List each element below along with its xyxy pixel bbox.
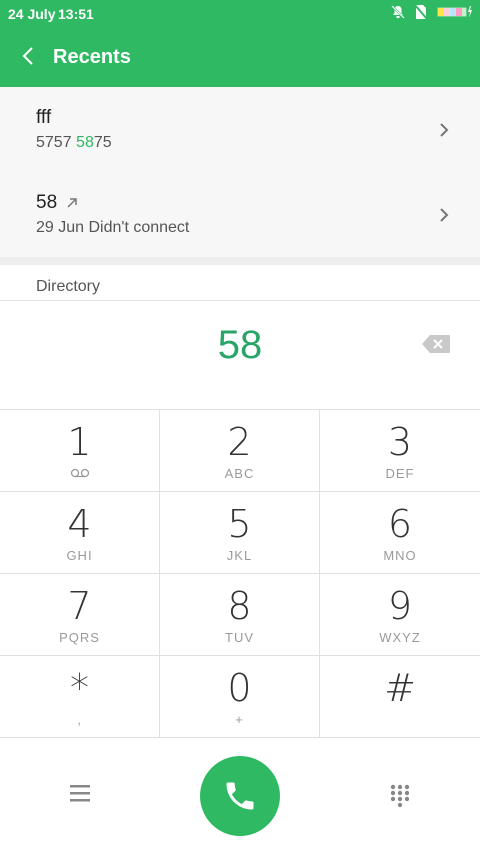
backspace-button[interactable] — [421, 334, 451, 354]
key-letters: WXYZ — [379, 630, 421, 645]
chevron-right-icon — [438, 206, 450, 224]
key-9[interactable]: 9 WXYZ — [320, 574, 480, 656]
key-2[interactable]: 2 ABC — [160, 410, 320, 492]
entered-number: 58 — [217, 323, 263, 367]
key-letters: ABC — [224, 466, 255, 481]
key-4[interactable]: 4 GHI — [0, 492, 160, 574]
bottom-bar — [0, 738, 480, 853]
key-hash[interactable]: # — [320, 656, 480, 738]
voicemail-icon — [70, 466, 90, 478]
key-digit: 8 — [227, 584, 252, 628]
recent-item-58[interactable]: 58 29 Jun Didn't connect — [0, 172, 480, 257]
key-3[interactable]: 3 DEF — [320, 410, 480, 492]
section-divider — [0, 257, 480, 265]
outgoing-call-icon — [66, 196, 78, 214]
battery-icon — [436, 4, 474, 23]
status-date: 24 July — [8, 6, 56, 22]
number-suffix: 75 — [93, 134, 112, 151]
menu-button[interactable] — [68, 782, 92, 804]
key-digit: 5 — [227, 502, 252, 546]
directory-label: Directory — [36, 278, 101, 295]
directory-header: Directory — [0, 265, 480, 301]
status-time: 13:51 — [58, 6, 94, 22]
back-button[interactable] — [18, 44, 40, 70]
backspace-icon — [422, 335, 450, 353]
mute-notifications-icon — [390, 4, 406, 23]
contact-number: 5757 5875 — [36, 134, 112, 152]
chevron-right-icon — [438, 121, 450, 139]
no-sim-icon — [414, 4, 428, 23]
key-letters: JKL — [226, 548, 253, 563]
key-digit: 6 — [387, 502, 413, 546]
key-letters: , — [77, 712, 82, 727]
dialpad-icon — [390, 784, 410, 808]
key-6[interactable]: 6 MNO — [320, 492, 480, 574]
dial-keypad: 1 2 ABC 3 DEF 4 GHI 5 JKL 6 MNO 7 PQRS 8… — [0, 409, 480, 738]
back-arrow-icon — [22, 47, 33, 65]
recents-list: fff 5757 5875 58 29 Jun Didn't connect — [0, 87, 480, 257]
dialpad-toggle-button[interactable] — [389, 783, 411, 809]
key-digit: 7 — [67, 584, 92, 628]
key-letters: MNO — [383, 548, 417, 563]
key-1[interactable]: 1 — [0, 410, 160, 492]
key-digit: 4 — [67, 502, 92, 546]
number-match: 58 — [76, 134, 94, 151]
key-8[interactable]: 8 TUV — [160, 574, 320, 656]
key-digit: 3 — [387, 420, 413, 464]
recent-item-fff[interactable]: fff 5757 5875 — [0, 87, 480, 172]
contact-name: fff — [36, 107, 52, 128]
key-letters: + — [235, 712, 244, 727]
key-letters: DEF — [385, 466, 415, 481]
key-letters: PQRS — [59, 630, 100, 645]
key-digit: 9 — [387, 584, 413, 628]
menu-icon — [70, 785, 90, 802]
key-letters: GHI — [66, 548, 93, 563]
key-digit: 1 — [67, 420, 92, 464]
call-button[interactable] — [200, 756, 280, 836]
key-star[interactable]: * , — [0, 656, 160, 738]
key-letters: TUV — [225, 630, 254, 645]
phone-icon — [226, 782, 254, 810]
key-digit: 0 — [227, 666, 252, 710]
page-title: Recents — [53, 46, 131, 68]
call-detail: 29 Jun Didn't connect — [36, 219, 190, 236]
key-digit: # — [384, 666, 416, 710]
key-0[interactable]: 0 + — [160, 656, 320, 738]
recent-number: 58 — [36, 192, 58, 213]
key-digit: * — [70, 666, 89, 710]
key-5[interactable]: 5 JKL — [160, 492, 320, 574]
number-prefix: 5757 — [36, 134, 77, 151]
key-7[interactable]: 7 PQRS — [0, 574, 160, 656]
number-display: 58 — [0, 301, 480, 409]
status-icons — [390, 4, 474, 23]
key-digit: 2 — [227, 420, 252, 464]
app-bar: Recents — [0, 28, 480, 87]
status-bar: 24 July 13:51 — [0, 0, 480, 28]
